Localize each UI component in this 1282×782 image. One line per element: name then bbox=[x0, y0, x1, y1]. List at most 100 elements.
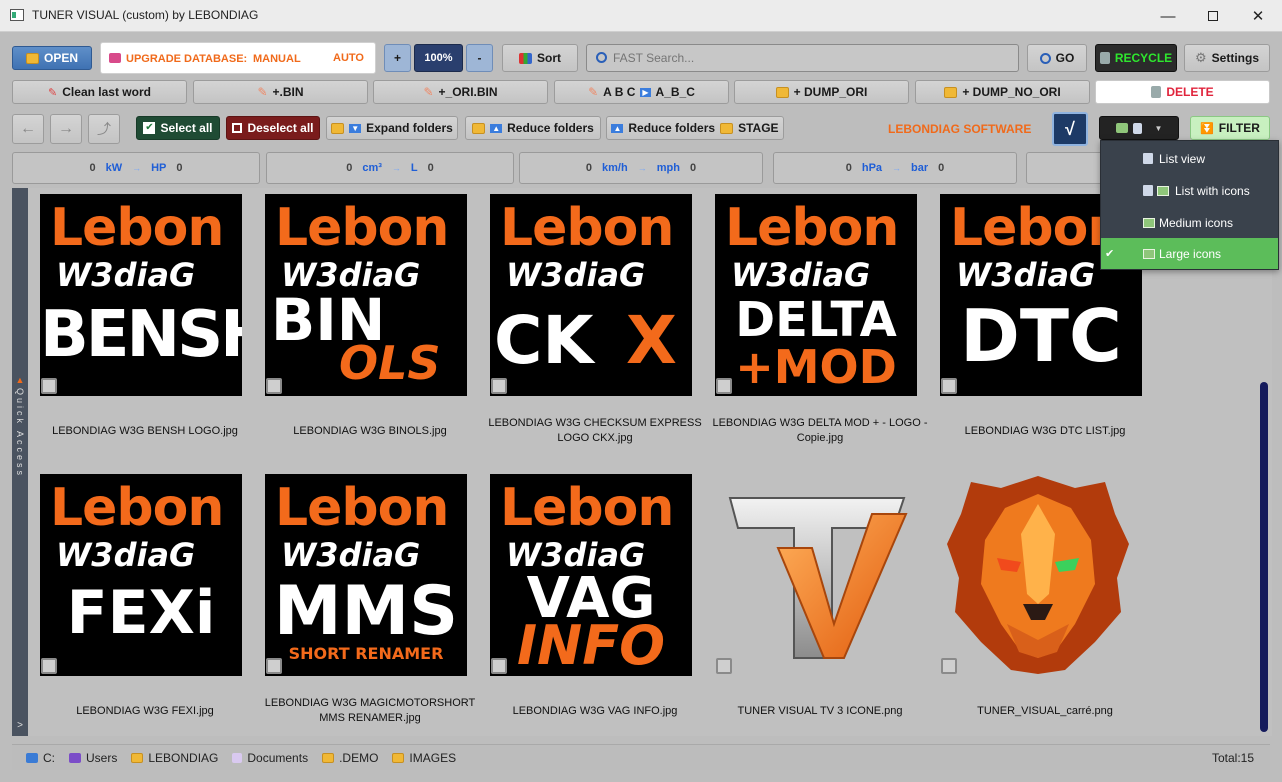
scrollbar-thumb[interactable] bbox=[1260, 382, 1268, 732]
maximize-button[interactable] bbox=[1190, 0, 1236, 32]
file-name: LEBONDIAG W3G DELTA MOD + - LOGO - Copie… bbox=[712, 417, 928, 444]
converter-kmh-mph[interactable]: 0 km/h → mph 0 bbox=[519, 152, 763, 184]
file-checkbox[interactable] bbox=[266, 658, 282, 674]
file-name: LEBONDIAG W3G BENSH LOGO.jpg bbox=[52, 425, 238, 437]
search-input[interactable] bbox=[613, 49, 1003, 67]
arrow-right-icon: ▶ bbox=[640, 87, 651, 97]
menu-item-large-icons[interactable]: ✔ Large icons bbox=[1101, 238, 1278, 269]
file-tile[interactable]: Lebon W3diaG BENSH bbox=[29, 188, 242, 396]
dump-ori-button[interactable]: + DUMP_ORI bbox=[734, 80, 909, 104]
image-icon bbox=[1115, 123, 1128, 133]
folder-icon bbox=[322, 752, 335, 763]
open-button[interactable]: OPEN bbox=[12, 46, 92, 70]
arrow-right-icon: → bbox=[391, 163, 401, 173]
menu-item-list-with-icons[interactable]: List with icons bbox=[1101, 175, 1278, 206]
file-tile[interactable] bbox=[704, 468, 908, 676]
sort-button[interactable]: Sort bbox=[502, 44, 578, 72]
expand-folders-button[interactable]: ▼ Expand folders bbox=[326, 116, 458, 140]
breadcrumb-item-documents[interactable]: Documents bbox=[232, 751, 308, 765]
arrow-right-icon: → bbox=[637, 163, 647, 173]
file-checkbox[interactable] bbox=[491, 378, 507, 394]
manual-button[interactable]: MANUAL bbox=[253, 53, 301, 65]
pencil-icon: ✎ bbox=[588, 85, 599, 99]
quick-access-sidebar[interactable]: ▲ Quick Access > bbox=[12, 188, 28, 736]
zoom-level[interactable]: 100% bbox=[414, 44, 463, 72]
folder-icon bbox=[720, 122, 734, 134]
settings-button[interactable]: ⚙ Settings bbox=[1184, 44, 1270, 72]
converter-kw-hp[interactable]: 0 kW → HP 0 bbox=[12, 152, 260, 184]
file-tile[interactable]: Lebon W3diaG CK X bbox=[479, 188, 692, 396]
menu-item-list-view[interactable]: List view bbox=[1101, 143, 1278, 174]
converter-hpa-bar[interactable]: 0 hPa → bar 0 bbox=[773, 152, 1017, 184]
file-checkbox[interactable] bbox=[941, 378, 957, 394]
file-tile[interactable]: Lebon W3diaG FEXi bbox=[29, 468, 242, 676]
abc-underscore-button[interactable]: ✎ A B C ▶ A_B_C bbox=[554, 80, 729, 104]
breadcrumb-item-drive[interactable]: C: bbox=[26, 751, 55, 765]
dump-no-ori-button[interactable]: + DUMP_NO_ORI bbox=[915, 80, 1090, 104]
file-tile[interactable]: Lebon W3diaG BIN OLS bbox=[254, 188, 467, 396]
file-tile[interactable]: Lebon W3diaG MMS SHORT RENAMER bbox=[254, 468, 467, 676]
arrow-right-icon: → bbox=[132, 163, 142, 173]
select-all-button[interactable]: ✔ Select all bbox=[136, 116, 220, 140]
folder-icon bbox=[472, 122, 486, 134]
file-checkbox[interactable] bbox=[491, 658, 507, 674]
checkbox-empty-icon bbox=[232, 123, 243, 133]
zoom-out-button[interactable]: - bbox=[466, 44, 493, 72]
sidebar-expander[interactable]: > bbox=[17, 720, 23, 732]
breadcrumb-item-demo[interactable]: .DEMO bbox=[322, 751, 378, 765]
reduce-folders-button[interactable]: ▲ Reduce folders bbox=[465, 116, 601, 140]
arrow-right-icon: → bbox=[892, 163, 902, 173]
funnel-icon: ⏬ bbox=[1200, 122, 1214, 135]
file-checkbox[interactable] bbox=[941, 658, 957, 674]
document-icon bbox=[232, 752, 243, 763]
filter-button[interactable]: ⏬ FILTER bbox=[1190, 116, 1270, 140]
chevron-down-icon: ▼ bbox=[1154, 123, 1163, 133]
file-name: TUNER VISUAL TV 3 ICONE.png bbox=[737, 705, 903, 717]
file-checkbox[interactable] bbox=[716, 658, 732, 674]
search-box[interactable] bbox=[586, 44, 1019, 72]
zoom-in-button[interactable]: + bbox=[384, 44, 411, 72]
file-tile[interactable] bbox=[929, 468, 1133, 676]
converter-cm3-l[interactable]: 0 cm³ → L 0 bbox=[266, 152, 514, 184]
arrow-up-icon: ▲ bbox=[490, 123, 503, 133]
minimize-button[interactable]: — bbox=[1145, 0, 1191, 32]
clean-last-word-button[interactable]: ✎ Clean last word bbox=[12, 80, 187, 104]
file-tile[interactable]: Lebon W3diaG VAG INFO bbox=[479, 468, 692, 676]
rocket-icon: ▲ bbox=[15, 375, 25, 385]
add-bin-button[interactable]: ✎ +.BIN bbox=[193, 80, 368, 104]
wand-icon bbox=[109, 53, 121, 63]
back-button[interactable]: ← bbox=[12, 114, 44, 144]
file-name: LEBONDIAG W3G DTC LIST.jpg bbox=[964, 425, 1126, 437]
delete-button[interactable]: DELETE bbox=[1095, 80, 1270, 104]
go-button[interactable]: GO bbox=[1027, 44, 1087, 72]
file-checkbox[interactable] bbox=[41, 378, 57, 394]
close-icon: ✕ bbox=[1251, 8, 1265, 25]
reduce-folders-stage-button[interactable]: ▲ Reduce folders STAGE bbox=[606, 116, 784, 140]
list-icon bbox=[1143, 153, 1153, 164]
file-checkbox[interactable] bbox=[266, 378, 282, 394]
upgrade-database-label: UPGRADE DATABASE: bbox=[126, 53, 248, 65]
image-icon bbox=[1143, 217, 1155, 228]
view-mode-dropdown[interactable]: ▼ bbox=[1099, 116, 1179, 140]
file-checkbox[interactable] bbox=[716, 378, 732, 394]
view-mode-menu[interactable]: List view List with icons Medium icons ✔… bbox=[1100, 140, 1279, 270]
converter-partial[interactable] bbox=[1026, 152, 1106, 184]
recycle-button[interactable]: RECYCLE bbox=[1095, 44, 1177, 72]
breadcrumb-item-users[interactable]: Users bbox=[69, 751, 117, 765]
auto-button[interactable]: AUTO bbox=[333, 52, 364, 64]
file-checkbox[interactable] bbox=[41, 658, 57, 674]
checkmark-icon: ✔ bbox=[1105, 248, 1115, 260]
close-button[interactable]: ✕ bbox=[1235, 0, 1281, 32]
deselect-all-button[interactable]: Deselect all bbox=[226, 116, 320, 140]
forward-button[interactable]: → bbox=[50, 114, 82, 144]
up-folder-button[interactable]: ⤴ bbox=[88, 114, 120, 144]
apply-check-button[interactable]: √ bbox=[1052, 112, 1088, 146]
users-icon bbox=[69, 752, 81, 763]
menu-item-medium-icons[interactable]: Medium icons bbox=[1101, 207, 1278, 238]
breadcrumb-item-images[interactable]: IMAGES bbox=[392, 751, 456, 765]
breadcrumb-item-lebondiag[interactable]: LEBONDIAG bbox=[131, 751, 218, 765]
add-ori-bin-button[interactable]: ✎ +_ORI.BIN bbox=[373, 80, 548, 104]
thumbnail: Lebon W3diaG VAG INFO bbox=[490, 474, 692, 676]
gear-icon: ⚙ bbox=[1195, 50, 1207, 65]
file-tile[interactable]: Lebon W3diaG DELTA +MOD bbox=[704, 188, 917, 396]
